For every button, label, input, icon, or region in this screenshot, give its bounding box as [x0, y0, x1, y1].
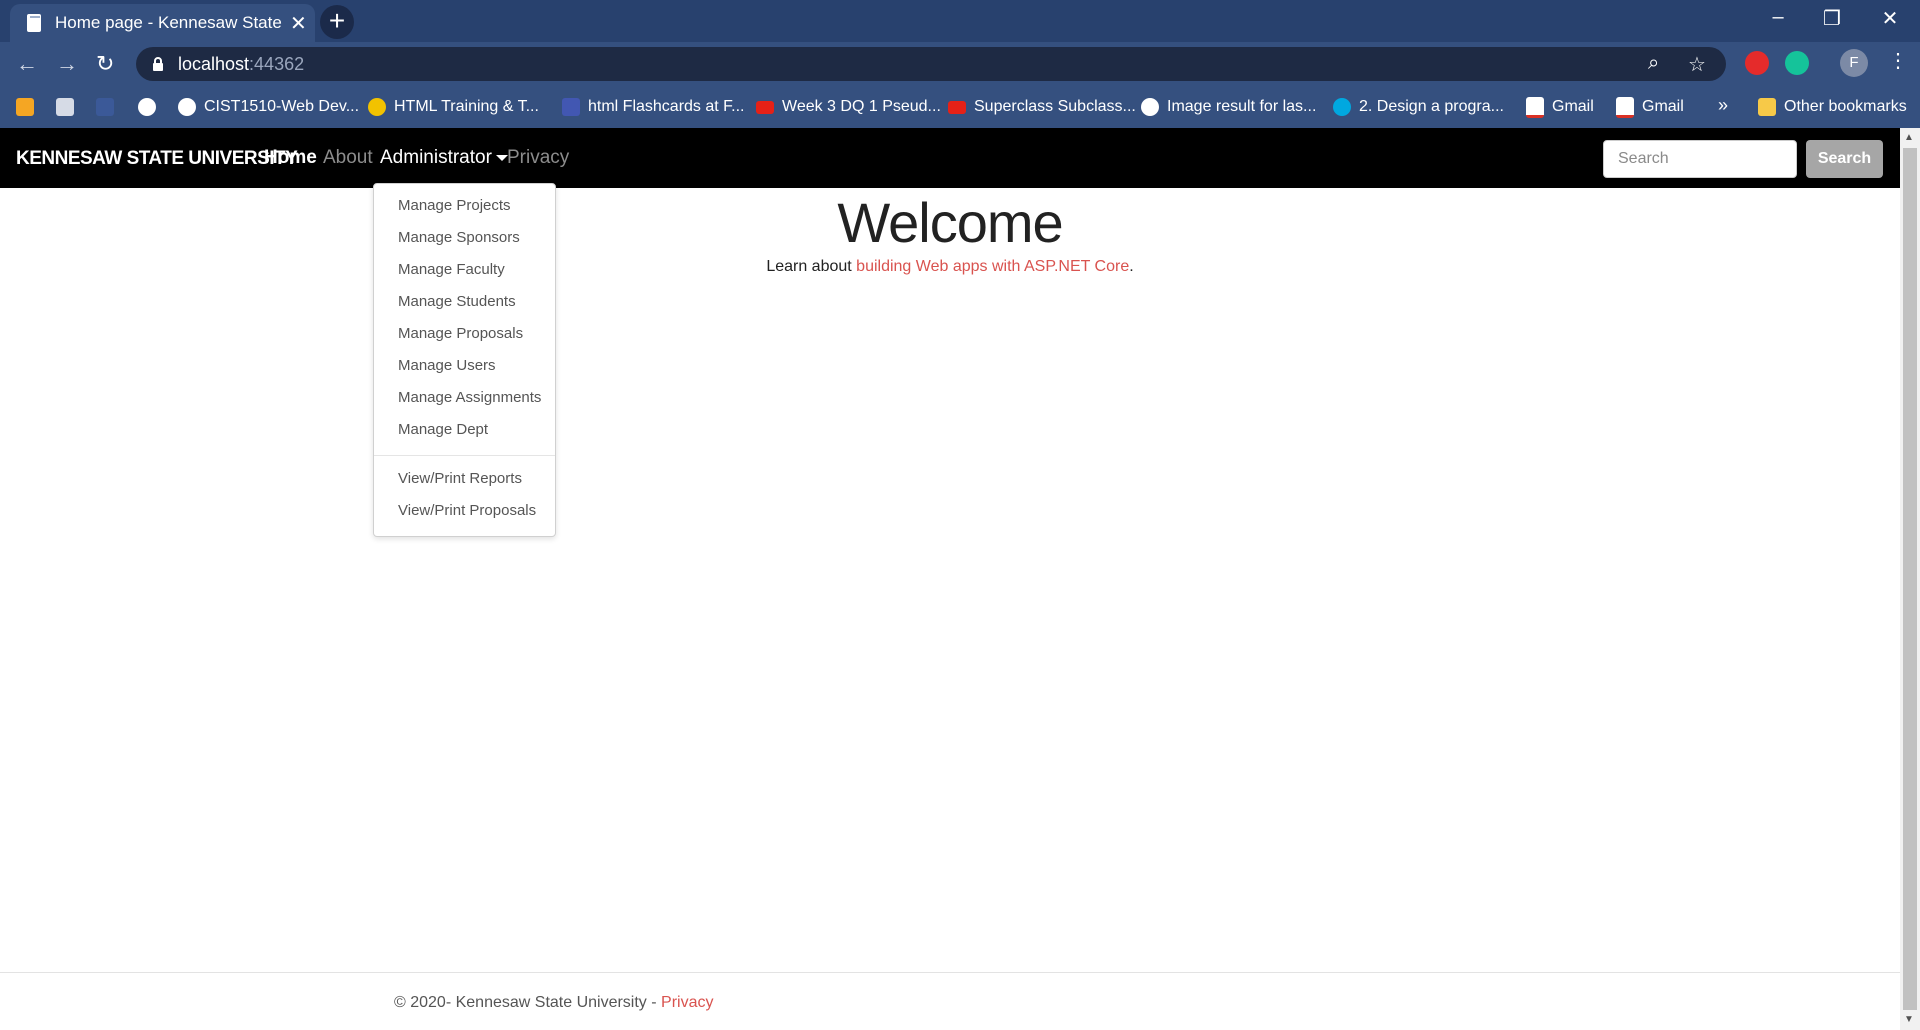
home-bookmark-icon[interactable]	[16, 96, 34, 118]
google-icon	[1141, 98, 1159, 116]
folder-icon	[1758, 98, 1776, 116]
page-title: Welcome	[837, 191, 1063, 254]
new-tab-button[interactable]: +	[320, 5, 354, 39]
menu-item-manage-dept[interactable]: Manage Dept	[398, 421, 488, 438]
scroll-up-icon[interactable]: ▲	[1904, 132, 1914, 143]
gmail-icon	[1616, 96, 1634, 118]
page-viewport: KENNESAW STATE UNIVERSITY Home About Adm…	[0, 128, 1900, 1030]
facebook-bookmark-icon[interactable]	[96, 96, 114, 118]
close-tab-icon[interactable]: ✕	[290, 11, 307, 36]
bookmark-item[interactable]: Gmail	[1526, 96, 1594, 118]
grammarly-extension-icon[interactable]	[1785, 51, 1809, 75]
nav-privacy[interactable]: Privacy	[507, 147, 569, 169]
aspnet-docs-link[interactable]: building Web apps with ASP.NET Core	[856, 258, 1129, 275]
other-bookmarks[interactable]: Other bookmarks	[1758, 96, 1907, 118]
bookmark-item[interactable]: HTML Training & T...	[368, 96, 539, 118]
adblock-extension-icon[interactable]	[1745, 51, 1769, 75]
profile-avatar[interactable]: F	[1840, 49, 1868, 77]
menu-item-manage-assignments[interactable]: Manage Assignments	[398, 389, 541, 406]
bookmark-item[interactable]: Superclass Subclass...	[948, 96, 1136, 118]
browser-tab-active[interactable]: Home page - Kennesaw State University ✕	[10, 4, 315, 42]
zoom-icon[interactable]: ⌕	[1648, 52, 1659, 75]
browser-menu-icon[interactable]: ⋮	[1888, 48, 1908, 73]
gmail-icon	[1526, 96, 1544, 118]
quizlet-icon	[562, 98, 580, 116]
bookmarks-bar: CIST1510-Web Dev... HTML Training & T...…	[0, 86, 1920, 128]
reload-icon[interactable]: ↻	[96, 51, 114, 77]
site-navbar: KENNESAW STATE UNIVERSITY Home About Adm…	[0, 128, 1900, 188]
bookmark-item[interactable]: Gmail	[1616, 96, 1684, 118]
bookmark-item[interactable]: CIST1510-Web Dev...	[178, 96, 359, 118]
menu-item-view-print-reports[interactable]: View/Print Reports	[398, 470, 522, 487]
browser-tab-strip: Home page - Kennesaw State University ✕ …	[0, 0, 1920, 42]
bookmarks-overflow-icon[interactable]: »	[1718, 95, 1728, 116]
youtube-icon	[948, 100, 966, 114]
site-brand[interactable]: KENNESAW STATE UNIVERSITY	[16, 148, 298, 170]
menu-item-view-print-proposals[interactable]: View/Print Proposals	[398, 502, 536, 519]
minimize-icon[interactable]: –	[1758, 6, 1798, 29]
menu-item-manage-students[interactable]: Manage Students	[398, 293, 516, 310]
browser-toolbar: ← → ↻ localhost:44362 ⌕ ☆ F ⋮	[0, 42, 1920, 86]
url-text: localhost:44362	[178, 54, 305, 74]
bookmark-item[interactable]: Week 3 DQ 1 Pseud...	[756, 96, 941, 118]
footer-divider	[0, 972, 1900, 973]
bookmark-item[interactable]: 2. Design a progra...	[1333, 96, 1504, 118]
menu-item-manage-proposals[interactable]: Manage Proposals	[398, 325, 523, 342]
forward-icon[interactable]: →	[56, 51, 78, 77]
site-icon	[368, 98, 386, 116]
att-icon	[1333, 98, 1351, 116]
footer-privacy-link[interactable]: Privacy	[661, 994, 713, 1011]
page-scrollbar[interactable]: ▲ ▼	[1900, 128, 1920, 1030]
site-footer: © 2020- Kennesaw State University - Priv…	[394, 994, 714, 1011]
google-bookmark-icon[interactable]	[138, 96, 156, 118]
bookmark-item[interactable]: html Flashcards at F...	[562, 96, 745, 118]
scroll-down-icon[interactable]: ▼	[1904, 1014, 1914, 1025]
nav-home[interactable]: Home	[264, 147, 317, 169]
menu-item-manage-users[interactable]: Manage Users	[398, 357, 496, 374]
search-input[interactable]	[1603, 140, 1797, 178]
nav-about[interactable]: About	[323, 147, 373, 169]
restore-icon[interactable]: ❐	[1812, 6, 1852, 31]
address-bar[interactable]: localhost:44362 ⌕ ☆	[136, 47, 1726, 81]
globe-icon	[178, 98, 196, 116]
lock-icon	[153, 57, 163, 71]
grid-bookmark-icon[interactable]	[56, 96, 74, 118]
page-icon	[27, 14, 41, 32]
youtube-icon	[756, 100, 774, 114]
tab-title: Home page - Kennesaw State University	[55, 13, 285, 32]
bookmark-item[interactable]: Image result for las...	[1141, 96, 1316, 118]
nav-administrator[interactable]: Administrator	[380, 147, 508, 169]
back-icon[interactable]: ←	[16, 51, 38, 77]
intro-text: Learn about building Web apps with ASP.N…	[766, 258, 1134, 275]
search-button[interactable]: Search	[1806, 140, 1883, 178]
bookmark-star-icon[interactable]: ☆	[1688, 52, 1706, 77]
close-window-icon[interactable]: ✕	[1870, 6, 1910, 31]
scroll-thumb[interactable]	[1903, 148, 1917, 1010]
menu-divider	[374, 455, 555, 456]
